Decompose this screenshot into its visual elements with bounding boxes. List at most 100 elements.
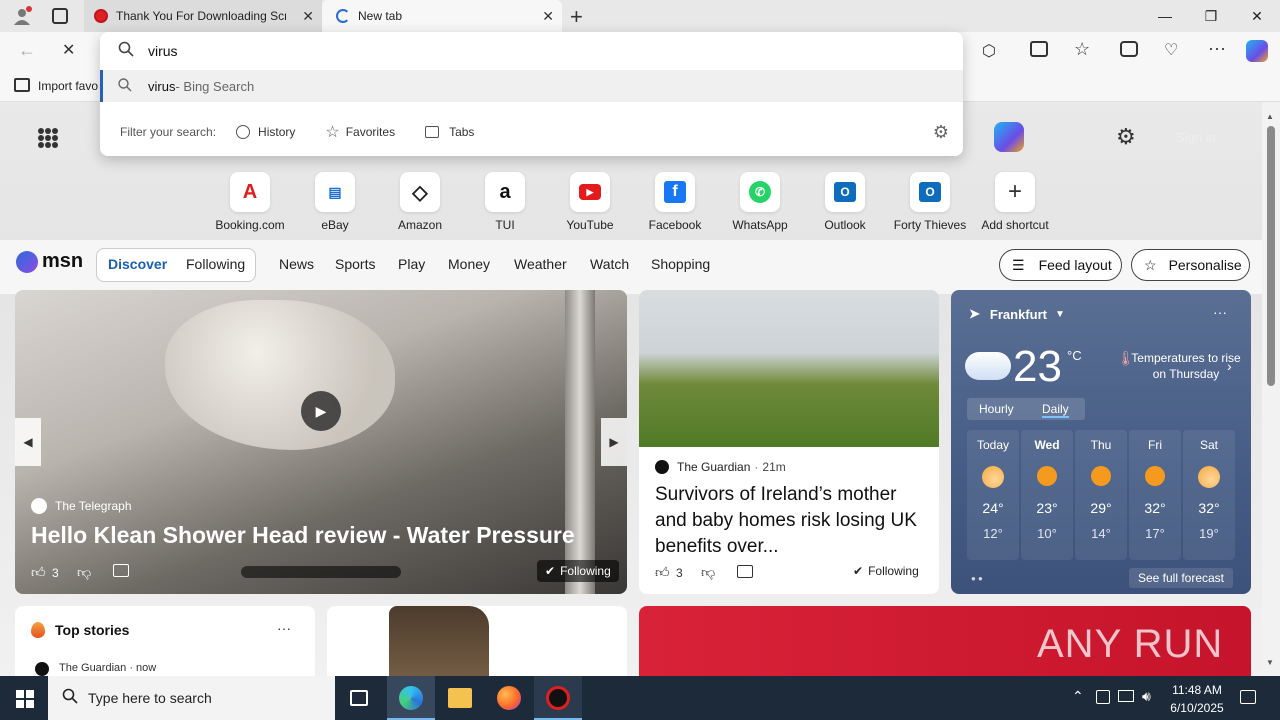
dislike-icon[interactable]: 👎︎ [77,564,91,581]
following-badge[interactable]: ✔ Following [537,560,619,582]
suggestion-bing-search[interactable]: virus - Bing Search [100,70,963,102]
forecast-day[interactable]: Today 24° 12° [967,430,1019,560]
performance-icon[interactable]: ♡ [1164,40,1178,60]
address-input[interactable]: virus [148,43,178,59]
stop-icon[interactable]: ✕ [62,40,75,60]
page-scrollbar[interactable]: ▲ ▼ [1262,102,1280,676]
nav-sports[interactable]: Sports [335,256,375,272]
chevron-right-icon[interactable]: › [1227,358,1232,374]
filter-favorites[interactable]: ☆ Favorites [325,122,395,142]
profile-icon[interactable] [12,6,32,26]
clock-time[interactable]: 11:48 AM [1168,683,1226,697]
carousel-prev-icon[interactable]: ◀ [15,418,41,466]
forecast-day[interactable]: Thu 29° 14° [1075,430,1127,560]
notifications-icon[interactable] [1240,690,1256,704]
comment-icon[interactable] [113,564,129,577]
toggle-hourly[interactable]: Hourly [979,402,1014,416]
shortcut-facebook[interactable]: f Facebook [635,172,715,232]
hero-title[interactable]: Hello Klean Shower Head review - Water P… [31,522,575,549]
hero-card[interactable]: ▶ ◀ ▶ The Telegraph Hello Klean Shower H… [15,290,627,594]
shortcut-amazon[interactable]: ◇ Amazon [380,172,460,232]
shortcut-tui[interactable]: a TUI [465,172,545,232]
clock-date[interactable]: 6/10/2025 [1162,701,1232,715]
shortcut-add[interactable]: + Add shortcut [975,172,1055,232]
back-icon[interactable]: ← [18,40,36,61]
comment-icon[interactable] [737,565,753,578]
forecast-day[interactable]: Fri 32° 17° [1129,430,1181,560]
tab-following[interactable]: Following [186,256,245,272]
dislike-icon[interactable]: 👎︎ [701,564,715,581]
firefox-icon[interactable] [497,686,521,710]
play-icon[interactable]: ▶ [301,391,341,431]
more-options-icon[interactable]: ··· [1213,304,1227,320]
like-icon[interactable]: 👍︎ [655,564,670,581]
forecast-day[interactable]: Wed 23° 10° [1021,430,1073,560]
feed-layout-button[interactable]: ☰ Feed layout [999,249,1122,281]
nav-news[interactable]: News [279,256,314,272]
close-icon[interactable]: ✕ [542,8,554,25]
network-icon[interactable] [1118,690,1134,702]
copilot-icon[interactable] [1246,40,1268,62]
nav-weather[interactable]: Weather [514,256,567,272]
ad-card[interactable]: ANY RUN [639,606,1251,676]
story-card[interactable]: The Guardian · 21m Survivors of Ireland’… [639,290,939,594]
forecast-day[interactable]: Sat 32° 19° [1183,430,1235,560]
tab-download[interactable]: Thank You For Downloading Scre ✕ [84,0,322,32]
extensions-icon[interactable]: ⬡ [982,41,996,61]
tab-new[interactable]: New tab ✕ [322,0,562,32]
story-title[interactable]: Survivors of Ireland’s mother and baby h… [655,482,925,560]
shortcut-booking[interactable]: A Booking.com [210,172,290,232]
top-stories-title[interactable]: Top stories [55,622,129,638]
carousel-next-icon[interactable]: ▶ [601,418,627,466]
shortcut-youtube[interactable]: ▶ YouTube [550,172,630,232]
see-forecast-button[interactable]: See full forecast [1129,568,1233,588]
filter-history[interactable]: History [236,125,295,139]
new-tab-icon[interactable]: + [570,4,583,30]
window-close-icon[interactable]: ✕ [1234,0,1280,32]
msn-logo[interactable]: msn [16,250,83,273]
tab-actions-icon[interactable] [52,8,68,24]
weather-card[interactable]: ➤ Frankfurt ▼ ··· 23 °C 🌡︎ Temperatures … [951,290,1251,594]
location-row[interactable]: ➤ Frankfurt ▼ [969,306,1065,322]
nav-shopping[interactable]: Shopping [651,256,710,272]
restore-icon[interactable]: ❐ [1188,0,1234,32]
scroll-down-icon[interactable]: ▼ [1266,658,1274,667]
device-icon[interactable] [1096,690,1110,704]
page-settings-icon[interactable]: ⚙ [1116,124,1136,150]
nav-money[interactable]: Money [448,256,490,272]
shortcut-forty-thieves[interactable]: O Forty Thieves [890,172,970,232]
taskbar-search-box[interactable]: Type here to search [48,676,335,720]
volume-icon[interactable]: 🔊︎ [1142,688,1151,705]
minimize-icon[interactable]: — [1142,0,1188,32]
scroll-up-icon[interactable]: ▲ [1266,112,1274,121]
product-card[interactable] [327,606,627,676]
edge-taskbar-icon[interactable] [387,676,435,720]
following-badge[interactable]: ✔ Following [853,564,919,578]
chevron-up-icon[interactable]: ⌃ [1072,688,1084,705]
tab-discover[interactable]: Discover [108,256,167,272]
copilot-icon[interactable] [994,122,1024,152]
windows-start-icon[interactable] [16,690,34,708]
signin-link[interactable]: Sign in [1176,130,1216,145]
nav-play[interactable]: Play [398,256,425,272]
favorites-icon[interactable]: ☆ [1074,39,1090,60]
settings-icon[interactable]: ⚙ [933,122,949,143]
recorder-taskbar-icon[interactable] [534,676,582,720]
split-screen-icon[interactable] [1030,41,1048,57]
collections-icon[interactable] [1120,41,1138,57]
shortcut-whatsapp[interactable]: ✆ WhatsApp [720,172,800,232]
filter-tabs[interactable]: Tabs [425,125,474,139]
shortcut-ebay[interactable]: ▤ eBay [295,172,375,232]
more-options-icon[interactable]: ··· [277,620,291,636]
task-view-icon[interactable] [350,690,368,706]
like-icon[interactable]: 👍︎ [31,564,46,581]
toggle-daily[interactable]: Daily [1042,402,1069,418]
personalise-button[interactable]: ☆ Personalise [1131,249,1250,281]
nav-watch[interactable]: Watch [590,256,629,272]
close-icon[interactable]: ✕ [302,8,314,25]
more-menu-icon[interactable]: ··· [1208,38,1226,59]
file-explorer-icon[interactable] [448,688,472,708]
import-favorites-link[interactable]: Import favo [38,79,98,93]
apps-grid-icon[interactable] [38,128,58,148]
carousel-dots[interactable] [241,566,401,578]
